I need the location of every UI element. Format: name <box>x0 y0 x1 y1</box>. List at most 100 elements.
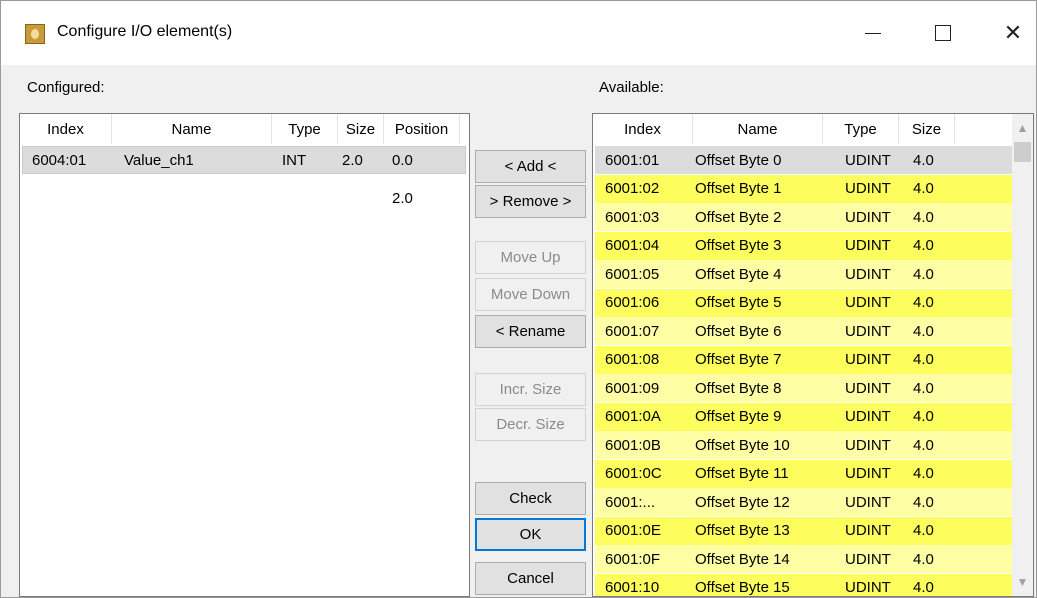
configured-label: Configured: <box>27 79 105 96</box>
col-header-size[interactable]: Size <box>338 114 384 144</box>
cell-size: 4.0 <box>913 265 934 283</box>
move-up-button[interactable]: Move Up <box>475 241 586 274</box>
cell-type: UDINT <box>845 208 891 226</box>
cell-name: Value_ch1 <box>124 151 194 169</box>
cell-size: 4.0 <box>913 322 934 340</box>
cell-type: UDINT <box>845 322 891 340</box>
cell-name: Offset Byte 11 <box>695 465 789 482</box>
cell-size: 4.0 <box>913 550 934 568</box>
table-row[interactable] <box>595 488 1013 516</box>
cell-index: 6001:07 <box>605 322 660 340</box>
cell-index: 6001:... <box>605 493 656 511</box>
available-label: Available: <box>599 79 664 96</box>
incr-size-button[interactable]: Incr. Size <box>475 373 586 406</box>
cell-size: 4.0 <box>913 465 934 482</box>
cell-size: 4.0 <box>913 237 934 254</box>
cell-index: 6001:01 <box>605 151 660 169</box>
check-button[interactable]: Check <box>475 482 586 515</box>
cell-index: 6001:10 <box>605 579 660 596</box>
cell-type: UDINT <box>845 379 891 397</box>
cell-size: 4.0 <box>913 522 934 539</box>
cell-size: 4.0 <box>913 294 934 311</box>
cell-name: Offset Byte 6 <box>695 322 782 340</box>
cell-index: 6004:01 <box>32 151 87 169</box>
col-header-index[interactable]: Index <box>593 114 693 144</box>
cell-name: Offset Byte 5 <box>695 294 782 311</box>
cell-index: 6001:0B <box>605 436 661 454</box>
cell-index: 6001:0C <box>605 465 662 482</box>
move-down-button[interactable]: Move Down <box>475 278 586 311</box>
col-header-name[interactable]: Name <box>693 114 823 144</box>
maximize-icon[interactable] <box>915 13 971 53</box>
cell-size: 4.0 <box>913 180 934 197</box>
cell-size: 4.0 <box>913 151 934 169</box>
cell-type: UDINT <box>845 265 891 283</box>
cell-type: UDINT <box>845 579 891 596</box>
cell-index: 6001:06 <box>605 294 660 311</box>
vertical-scrollbar[interactable]: ▲ ▼ <box>1012 114 1033 596</box>
ok-button[interactable]: OK <box>475 518 586 551</box>
cell-type: UDINT <box>845 151 891 169</box>
cell-name: Offset Byte 9 <box>695 408 782 425</box>
app-icon <box>25 24 45 44</box>
scroll-up-icon[interactable]: ▲ <box>1012 114 1033 142</box>
cell-name: Offset Byte 2 <box>695 208 782 226</box>
configured-list[interactable]: Index Name Type Size Position 6004:01 Va… <box>19 113 470 597</box>
cell-index: 6001:0A <box>605 408 661 425</box>
add-button[interactable]: < Add < <box>475 150 586 183</box>
cell-size: 4.0 <box>913 436 934 454</box>
col-header-position[interactable]: Position <box>384 114 460 144</box>
cell-type: UDINT <box>845 436 891 454</box>
rename-button[interactable]: < Rename <box>475 315 586 348</box>
cell-name: Offset Byte 14 <box>695 550 790 568</box>
cell-name: Offset Byte 10 <box>695 436 790 454</box>
cell-size: 4.0 <box>913 408 934 425</box>
cell-name: Offset Byte 8 <box>695 379 782 397</box>
cell-index: 6001:04 <box>605 237 660 254</box>
cell-name: Offset Byte 12 <box>695 493 790 511</box>
cell-name: Offset Byte 1 <box>695 180 782 197</box>
cell-type: UDINT <box>845 522 891 539</box>
col-header-type[interactable]: Type <box>823 114 899 144</box>
cancel-button[interactable]: Cancel <box>475 562 586 595</box>
cell-name: Offset Byte 0 <box>695 151 782 169</box>
remove-button[interactable]: > Remove > <box>475 185 586 218</box>
col-header-name[interactable]: Name <box>112 114 272 144</box>
title-bar: Configure I/O element(s) ✕ <box>1 1 1036 65</box>
cell-type: UDINT <box>845 351 891 368</box>
cell-size: 4.0 <box>913 493 934 511</box>
cell-index: 6001:02 <box>605 180 660 197</box>
cell-size: 4.0 <box>913 379 934 397</box>
cell-size: 4.0 <box>913 208 934 226</box>
next-position: 2.0 <box>392 189 413 207</box>
scrollbar-thumb[interactable] <box>1014 142 1031 162</box>
cell-type: UDINT <box>845 294 891 311</box>
cell-index: 6001:05 <box>605 265 660 283</box>
decr-size-button[interactable]: Decr. Size <box>475 408 586 441</box>
cell-index: 6001:0F <box>605 550 661 568</box>
scroll-down-icon[interactable]: ▼ <box>1012 568 1033 596</box>
cell-index: 6001:0E <box>605 522 661 539</box>
cell-index: 6001:03 <box>605 208 660 226</box>
cell-type: UDINT <box>845 550 891 568</box>
cell-type: UDINT <box>845 237 891 254</box>
col-header-type[interactable]: Type <box>272 114 338 144</box>
col-header-size[interactable]: Size <box>899 114 955 144</box>
configure-io-dialog: Configure I/O element(s) ✕ Configured: A… <box>0 0 1037 598</box>
col-header-index[interactable]: Index <box>20 114 112 144</box>
cell-index: 6001:08 <box>605 351 660 368</box>
window-title: Configure I/O element(s) <box>57 23 233 40</box>
close-icon[interactable]: ✕ <box>985 13 1036 53</box>
cell-name: Offset Byte 4 <box>695 265 782 283</box>
available-list[interactable]: Index Name Type Size 6001:01 Offset Byte … <box>592 113 1034 597</box>
cell-type: UDINT <box>845 493 891 511</box>
cell-type: INT <box>282 151 307 169</box>
cell-size: 2.0 <box>342 151 363 169</box>
cell-index: 6001:09 <box>605 379 660 397</box>
minimize-icon[interactable] <box>845 13 901 53</box>
cell-name: Offset Byte 7 <box>695 351 782 368</box>
cell-name: Offset Byte 15 <box>695 579 790 596</box>
cell-type: UDINT <box>845 408 891 425</box>
cell-size: 4.0 <box>913 351 934 368</box>
cell-name: Offset Byte 3 <box>695 237 782 254</box>
